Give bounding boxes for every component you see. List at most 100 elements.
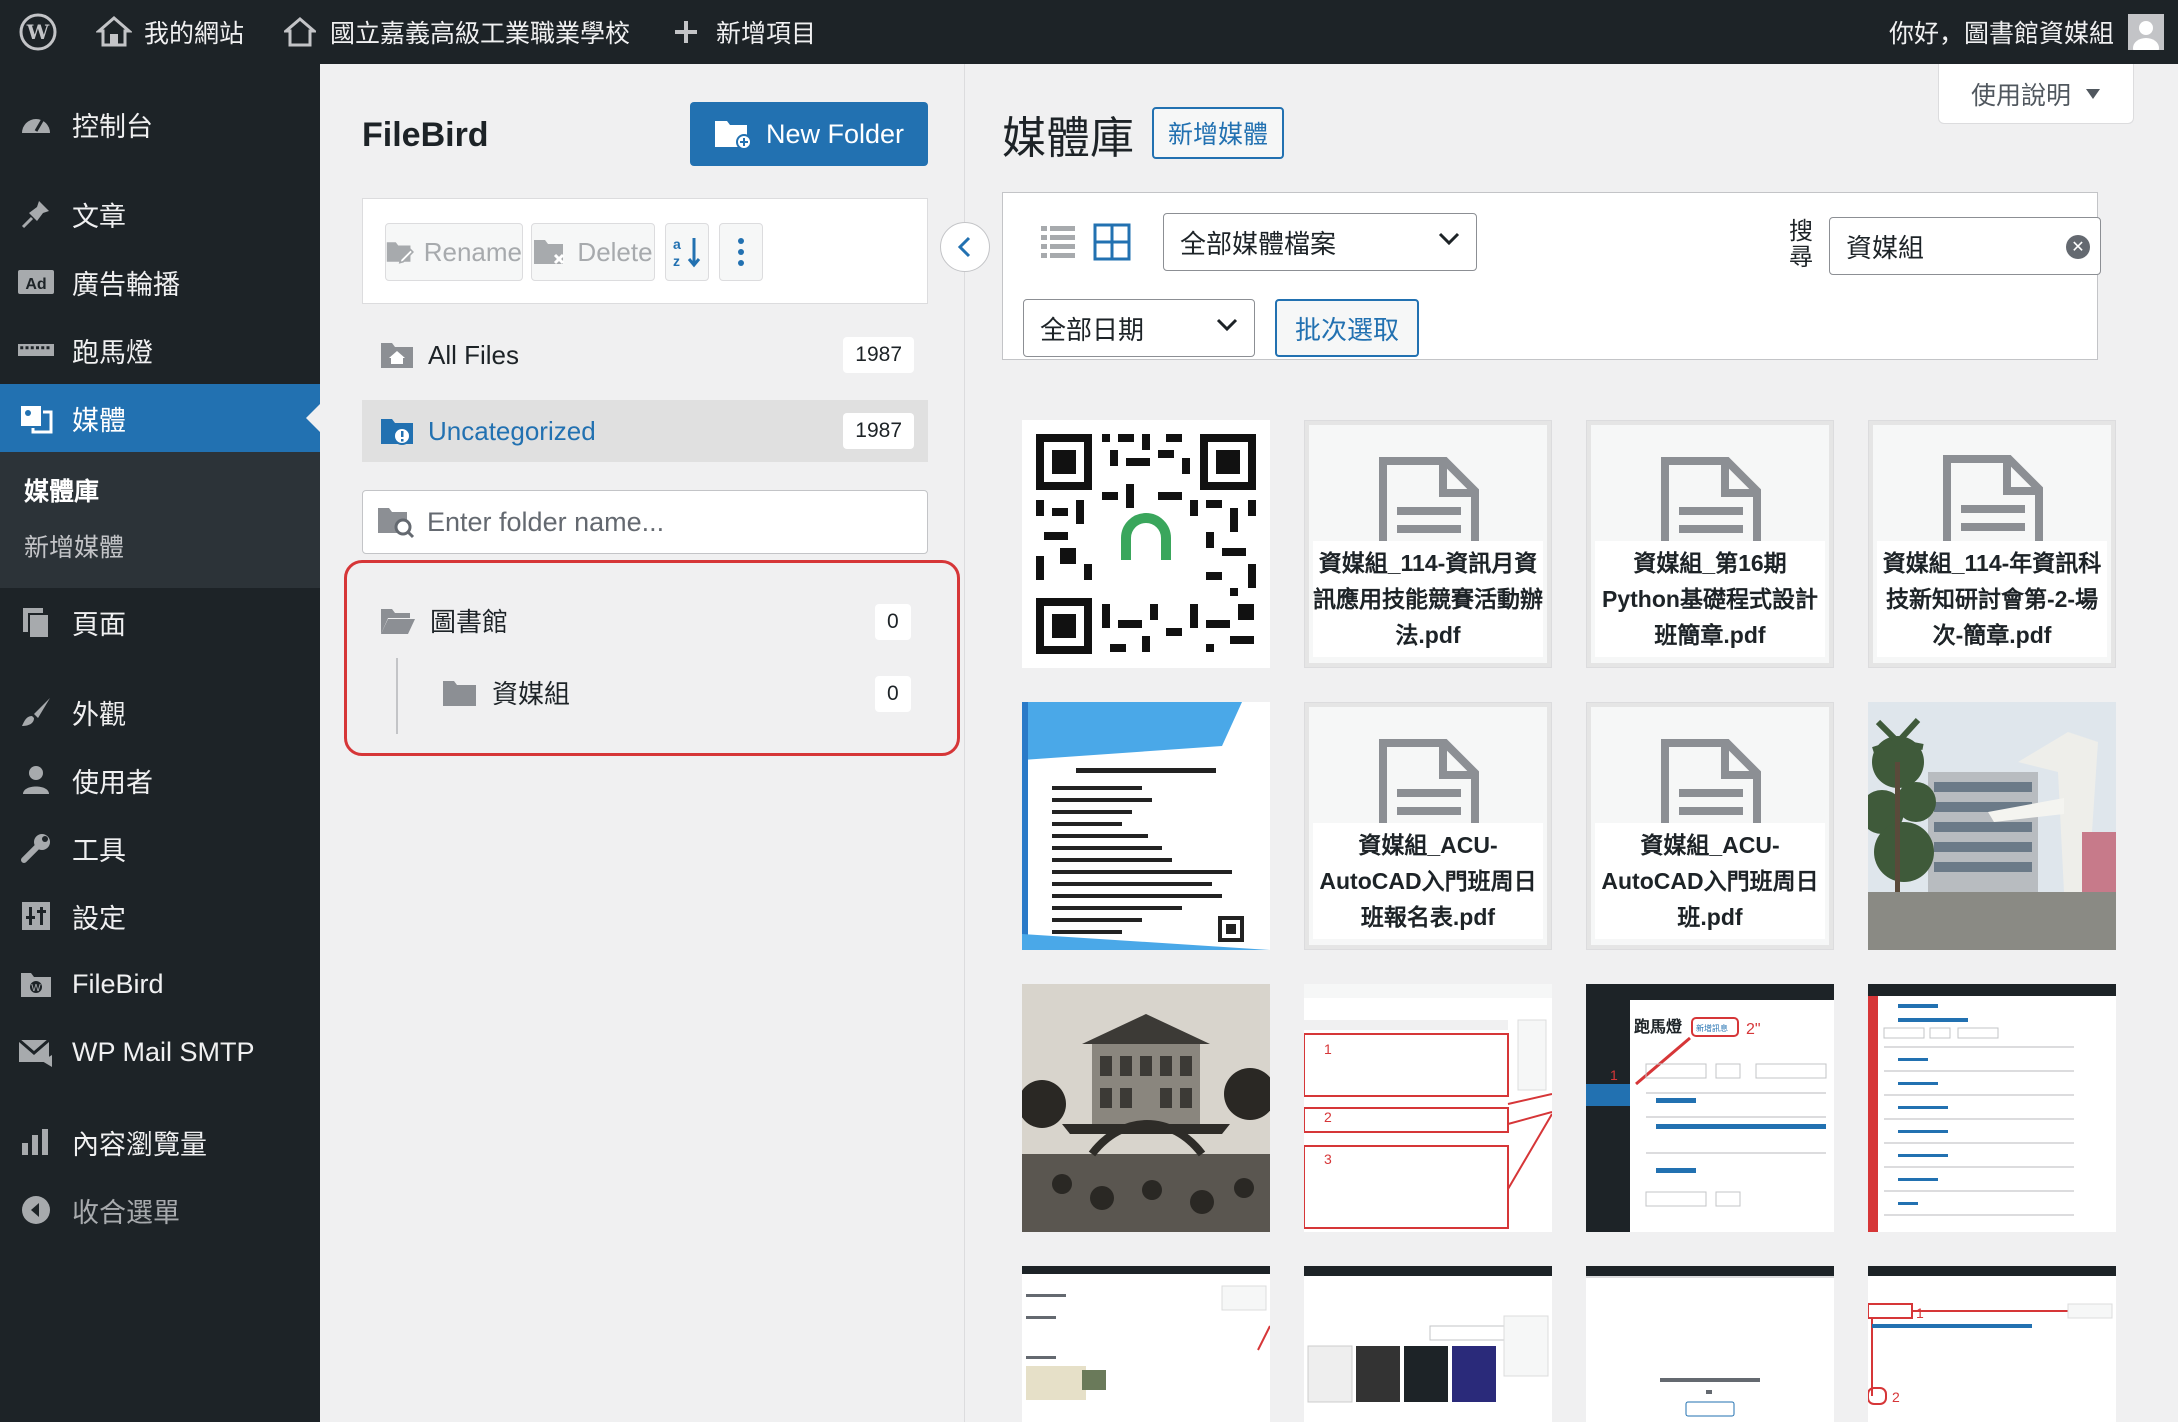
media-item-flyer[interactable] [1022, 702, 1270, 950]
all-files-count: 1987 [843, 337, 914, 373]
school-name: 國立嘉義高級工業職業學校 [330, 20, 631, 48]
media-item-qrcode[interactable] [1022, 420, 1270, 668]
plus-icon [666, 12, 706, 52]
help-label: 使用說明 [1970, 81, 2071, 110]
media-item-screenshot[interactable] [1586, 1266, 1834, 1422]
account-menu[interactable]: 你好，圖書館資媒組 [1889, 14, 2178, 50]
folder-open-icon [381, 608, 415, 634]
menu-dashboard[interactable]: 控制台 [0, 90, 320, 158]
media-filename: 資媒組_ACU-AutoCAD入門班周日班報名表.pdf [1313, 823, 1543, 939]
delete-button[interactable]: Delete [531, 223, 655, 281]
svg-text:W: W [26, 20, 50, 44]
add-media-button[interactable]: 新增媒體 [1152, 107, 1285, 159]
rename-label: Rename [423, 236, 522, 267]
uncategorized-folder[interactable]: Uncategorized 1987 [362, 400, 928, 462]
chevron-down-icon [1438, 232, 1460, 246]
menu-wp-mail-smtp[interactable]: WP Mail SMTP [0, 1018, 320, 1086]
menu-label: FileBird [72, 968, 164, 999]
site-name-link[interactable]: 我的網站 [76, 0, 262, 64]
settings-icon [18, 898, 54, 934]
svg-text:1: 1 [1916, 1305, 1924, 1321]
wordpress-logo[interactable]: W [0, 0, 76, 64]
folder-search-field[interactable]: Enter folder name... [362, 490, 928, 554]
menu-pages[interactable]: 頁面 [0, 588, 320, 656]
svg-text:1: 1 [1324, 1041, 1332, 1057]
media-item-pdf[interactable]: 資媒組_114-資訊月資訊應用技能競賽活動辦法.pdf [1304, 420, 1552, 668]
media-item-photo[interactable] [1868, 702, 2116, 950]
media-item-screenshot[interactable]: 1 2 [1868, 1266, 2116, 1422]
school-site-link[interactable]: 國立嘉義高級工業職業學校 [262, 0, 648, 64]
submenu-media-library[interactable]: 媒體庫 [0, 462, 320, 518]
date-filter[interactable]: 全部日期 [1023, 299, 1255, 357]
search-label: 搜尋 [1789, 218, 1813, 271]
media-item-pdf[interactable]: 資媒組_ACU-AutoCAD入門班周日班.pdf [1586, 702, 1834, 950]
bulk-select-button[interactable]: 批次選取 [1275, 299, 1419, 357]
user-icon [18, 762, 54, 798]
menu-settings[interactable]: 設定 [0, 882, 320, 950]
menu-label: 使用者 [72, 767, 153, 798]
ad-list-screenshot-image [1868, 984, 2116, 1232]
marquee-label: 跑馬燈 [1634, 1017, 1683, 1036]
wordpress-icon: W [19, 13, 57, 51]
menu-label: 文章 [72, 201, 126, 232]
submenu-add-media[interactable]: 新增媒體 [0, 518, 320, 574]
help-button[interactable]: 使用說明 [1938, 64, 2134, 124]
rename-button[interactable]: Rename [385, 223, 523, 281]
svg-text:Ad: Ad [25, 276, 46, 293]
more-options-button[interactable] [719, 223, 763, 281]
menu-collapse[interactable]: 收合選單 [0, 1176, 320, 1244]
menu-users[interactable]: 使用者 [0, 746, 320, 814]
folder-info-icon [381, 419, 413, 445]
menu-tools[interactable]: 工具 [0, 814, 320, 882]
folder-edit-icon [386, 242, 414, 264]
menu-marquee[interactable]: 跑馬燈 [0, 316, 320, 384]
all-files-folder[interactable]: All Files 1987 [362, 324, 928, 386]
chevron-down-icon [1216, 318, 1238, 332]
flyer-image [1022, 702, 1270, 950]
media-item-screenshot[interactable] [1304, 1266, 1552, 1422]
media-item-pdf[interactable]: 資媒組_114-年資訊科技新知研討會第-2-場次-簡章.pdf [1868, 420, 2116, 668]
clear-search-icon[interactable]: ✕ [2066, 235, 2090, 259]
media-filename: 資媒組_ACU-AutoCAD入門班周日班.pdf [1595, 823, 1825, 939]
filebird-icon: W [18, 966, 54, 1002]
page-icon [18, 604, 54, 640]
media-item-historic-photo[interactable] [1022, 984, 1270, 1232]
uncategorized-label: Uncategorized [428, 415, 596, 446]
media-item-pdf[interactable]: 資媒組_ACU-AutoCAD入門班周日班報名表.pdf [1304, 702, 1552, 950]
menu-media[interactable]: 媒體 [0, 384, 320, 452]
menu-label: 廣告輪播 [72, 269, 180, 300]
media-item-screenshot[interactable] [1022, 1266, 1270, 1422]
svg-text:W: W [31, 983, 41, 994]
site-name: 我的網站 [144, 20, 245, 48]
media-search-input[interactable]: 資媒組 ✕ [1829, 217, 2101, 275]
menu-posts[interactable]: 文章 [0, 180, 320, 248]
menu-ad-carousel[interactable]: Ad 廣告輪播 [0, 248, 320, 316]
screenshot-image [1022, 1266, 1270, 1422]
sort-button[interactable]: az [665, 223, 709, 281]
ad-icon: Ad [18, 264, 54, 300]
menu-content-views[interactable]: 內容瀏覽量 [0, 1108, 320, 1176]
media-item-screenshot[interactable]: 跑馬燈 新增訊息 2" 1 [1586, 984, 1834, 1232]
folder-library[interactable]: 圖書館 [380, 602, 508, 639]
media-item-pdf[interactable]: 資媒組_第16期Python基礎程式設計班簡章.pdf [1586, 420, 1834, 668]
search-value: 資媒組 [1846, 232, 1925, 263]
historic-building-photo [1022, 984, 1270, 1232]
media-item-screenshot[interactable]: 1 2 3 [1304, 984, 1552, 1232]
menu-label: 收合選單 [72, 1197, 180, 1228]
media-filter-bar: 全部媒體檔案 全部日期 批次選取 搜尋 資媒組 ✕ [1002, 192, 2101, 360]
folder-delete-icon [534, 240, 565, 265]
media-submenu: 媒體庫 新增媒體 [0, 452, 320, 588]
chart-icon [18, 1124, 54, 1160]
new-item-link[interactable]: 新增項目 [648, 0, 834, 64]
grid-view-icon[interactable] [1093, 223, 1131, 261]
media-item-screenshot[interactable] [1868, 984, 2116, 1232]
menu-filebird[interactable]: W FileBird [0, 950, 320, 1018]
folder-media-group[interactable]: 資媒組 [442, 674, 570, 711]
dashboard-icon [18, 106, 54, 142]
menu-label: 頁面 [72, 609, 126, 640]
new-folder-button[interactable]: New Folder [690, 102, 928, 166]
new-item-label: 新增項目 [716, 20, 817, 48]
menu-appearance[interactable]: 外觀 [0, 678, 320, 746]
media-type-filter[interactable]: 全部媒體檔案 [1163, 213, 1477, 271]
list-view-icon[interactable] [1039, 223, 1077, 261]
